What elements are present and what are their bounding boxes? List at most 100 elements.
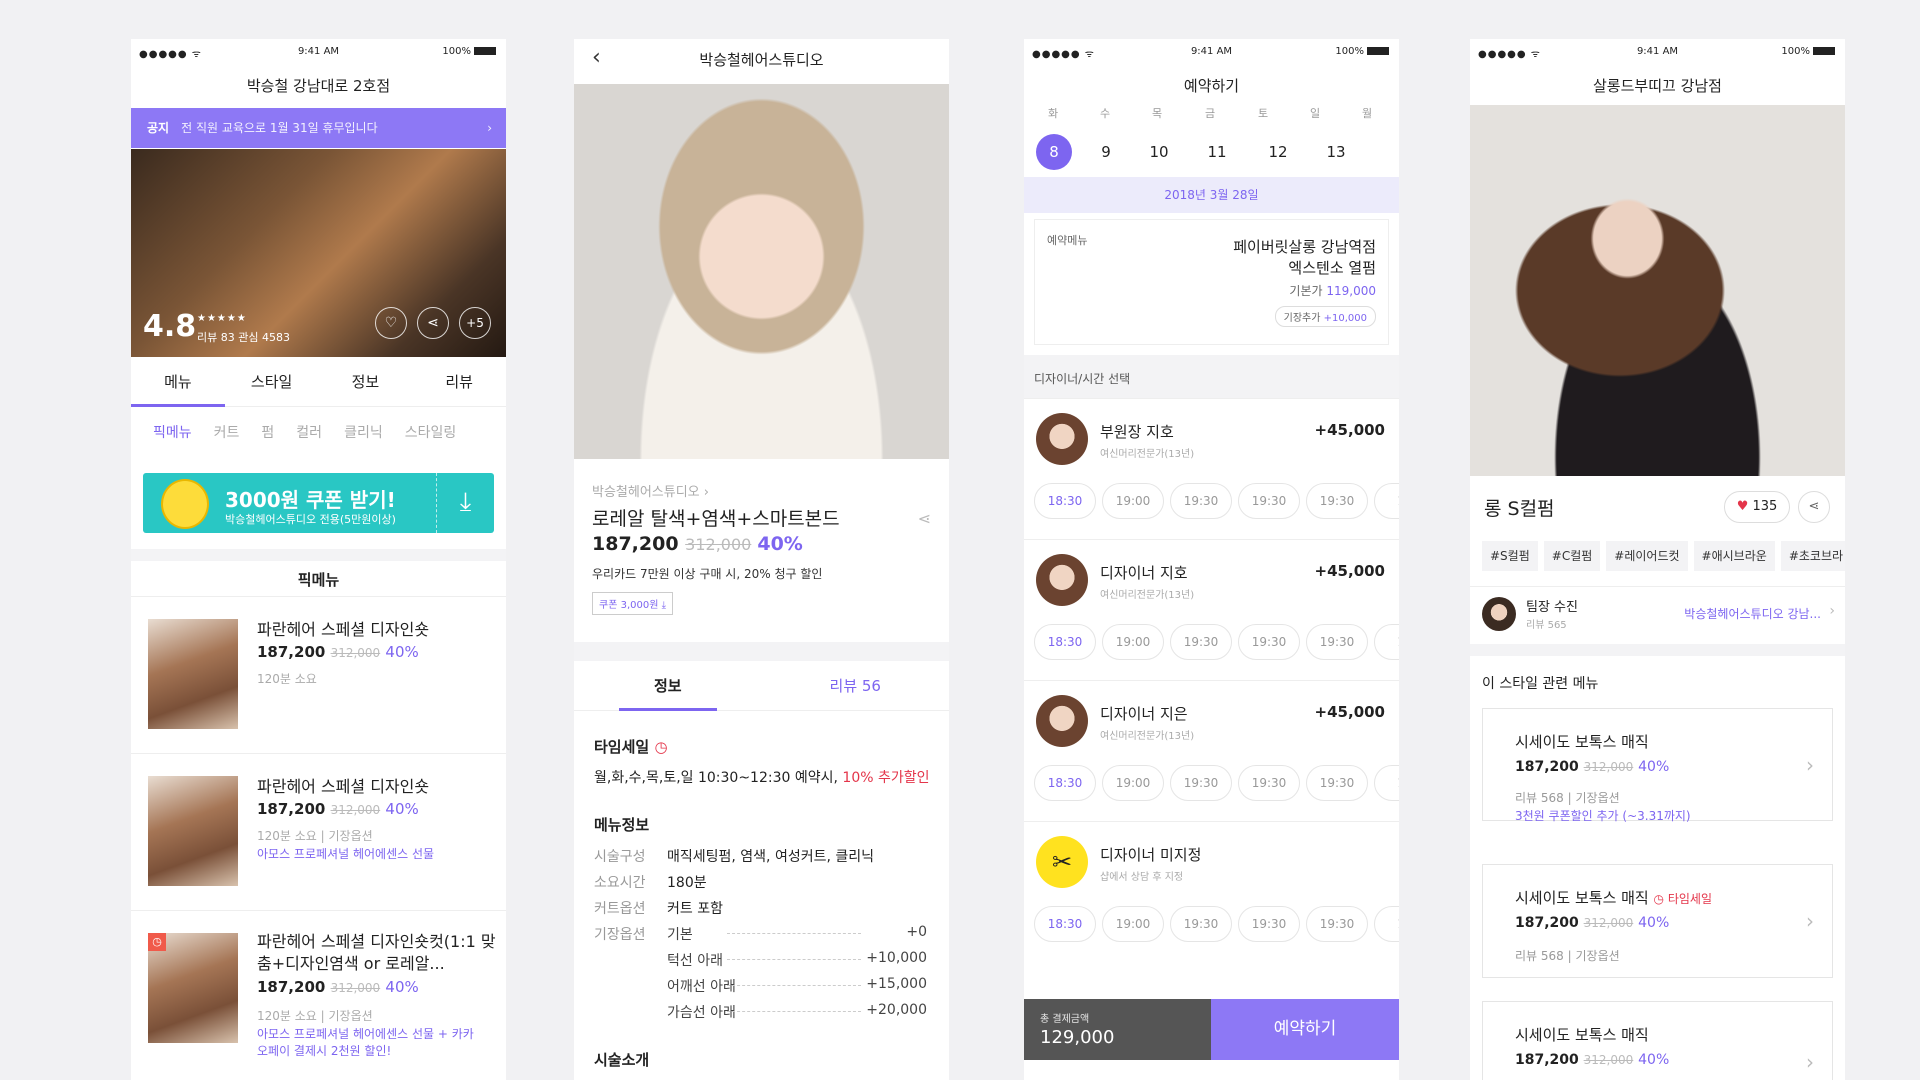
subtab-styling[interactable]: 스타일링 bbox=[405, 425, 457, 441]
more-photos-button[interactable]: +5 bbox=[459, 307, 491, 339]
discount: 40% bbox=[757, 533, 803, 555]
chevron-right-icon: › bbox=[1829, 603, 1835, 619]
tab-review[interactable]: 리뷰 bbox=[412, 357, 506, 406]
time-slot[interactable]: 19:00 bbox=[1102, 906, 1164, 942]
phone-booking: ●●●●● ᯤ 9:41 AM 100% 예약하기 화 수 목 금 토 일 월 8 … bbox=[1024, 39, 1399, 1080]
timesale-extra: 10% 추가할인 bbox=[842, 770, 930, 786]
related-menu-card[interactable]: 시세이도 보톡스 매직 187,200 312,000 40% 리뷰 568 |… bbox=[1482, 708, 1833, 823]
menu-label: 예약메뉴 bbox=[1047, 234, 1088, 247]
time-slot[interactable]: 19:30 bbox=[1238, 483, 1300, 519]
info-row: 커트옵션 커트 포함 bbox=[594, 898, 723, 918]
status-bar: ●●●●● ᯤ 9:41 AM 100% bbox=[131, 39, 506, 67]
booking-menu-card: 예약메뉴 페이버릿살롱 강남역점 엑스텐소 열펌 기본가 119,000 기장추가… bbox=[1034, 219, 1389, 345]
time-slot[interactable]: 19:30 bbox=[1170, 624, 1232, 660]
download-icon[interactable]: ⤓ bbox=[436, 473, 494, 533]
tag[interactable]: #애시브라운 bbox=[1693, 541, 1775, 571]
date-cell[interactable]: 9 bbox=[1088, 134, 1124, 170]
tag[interactable]: #S컬펌 bbox=[1482, 541, 1538, 571]
subtab-clinic[interactable]: 클리닉 bbox=[344, 425, 383, 441]
subtab-pick[interactable]: 픽메뉴 bbox=[153, 425, 192, 441]
price: 187,200 bbox=[257, 978, 326, 996]
time-slot[interactable]: 18:30 bbox=[1034, 624, 1096, 660]
time-slot[interactable]: 19 bbox=[1374, 765, 1399, 801]
subtab-cut[interactable]: 커트 bbox=[214, 425, 240, 441]
date-cell[interactable]: 11 bbox=[1199, 134, 1235, 170]
related-menu-card[interactable]: 시세이도 보톡스 매직 187,200 312,000 40% › bbox=[1482, 1001, 1833, 1080]
time-slot[interactable]: 19:30 bbox=[1170, 906, 1232, 942]
time-slot[interactable]: 19 bbox=[1374, 624, 1399, 660]
base-value: 119,000 bbox=[1326, 284, 1376, 298]
time-slot[interactable]: 19:30 bbox=[1306, 624, 1368, 660]
subtab-color[interactable]: 컬러 bbox=[296, 425, 322, 441]
designer-desc: 여신머리전문가(13년) bbox=[1100, 731, 1195, 742]
info-key: 시술구성 bbox=[594, 849, 646, 865]
date-cell[interactable]: 13 bbox=[1318, 134, 1354, 170]
subtab-perm[interactable]: 펌 bbox=[261, 425, 274, 441]
date-cell[interactable]: 10 bbox=[1141, 134, 1177, 170]
time-slot[interactable]: 18:30 bbox=[1034, 765, 1096, 801]
phone-menu-detail: 박승철헤어스튜디오 ‹ 박승철헤어스튜디오 › 로레알 탈색+염색+스마트본드 … bbox=[574, 39, 949, 1080]
share-icon[interactable]: ⋖ bbox=[417, 307, 449, 339]
notice-bar[interactable]: 공지 전 직원 교육으로 1월 31일 휴무입니다 › bbox=[131, 108, 506, 148]
coupon-banner[interactable]: 3000원 쿠폰 받기! 박승철헤어스튜디오 전용(5만원이상) ⤓ bbox=[143, 473, 494, 533]
scissors-icon: ✂ bbox=[1036, 836, 1088, 888]
menu-item[interactable]: 파란헤어 스페셜 디자인숏 187,200 312,000 40% 120분 소… bbox=[131, 753, 506, 910]
related-menu-card[interactable]: 시세이도 보톡스 매직 ◷ 타임세일 187,200 312,000 40% 리… bbox=[1482, 864, 1833, 978]
time-slot[interactable]: 19:30 bbox=[1306, 906, 1368, 942]
tag[interactable]: #초코브라 bbox=[1780, 541, 1845, 571]
discount: 40% bbox=[1638, 1052, 1670, 1068]
time-slot[interactable]: 19:30 bbox=[1238, 765, 1300, 801]
share-icon[interactable]: ⋖ bbox=[918, 509, 931, 528]
menuinfo-heading: 메뉴정보 bbox=[594, 816, 650, 834]
tab-style[interactable]: 스타일 bbox=[225, 357, 319, 406]
designer-row[interactable]: 디자이너 지호 여신머리전문가(13년) +45,000 18:30 19:00 1… bbox=[1024, 539, 1399, 679]
tab-info[interactable]: 정보 bbox=[574, 661, 762, 711]
time-slot[interactable]: 19:00 bbox=[1102, 765, 1164, 801]
menu-item[interactable]: 파란헤어 스페셜 디자인숏 187,200 312,000 40% 120분 소… bbox=[131, 596, 506, 753]
tab-review[interactable]: 리뷰 56 bbox=[762, 661, 950, 710]
time-slot[interactable]: 19:00 bbox=[1102, 624, 1164, 660]
salon-link[interactable]: 박승철헤어스튜디오 강남... bbox=[1684, 605, 1821, 622]
discount: 40% bbox=[385, 978, 419, 996]
heart-icon[interactable]: ♡ bbox=[375, 307, 407, 339]
book-button[interactable]: 예약하기 bbox=[1211, 999, 1399, 1060]
time-slot[interactable]: 19:30 bbox=[1170, 483, 1232, 519]
menu-name: 시세이도 보톡스 매직 bbox=[1515, 889, 1649, 907]
date-selected[interactable]: 8 bbox=[1036, 134, 1072, 170]
time-slot[interactable]: 19:00 bbox=[1102, 483, 1164, 519]
time-slot[interactable]: 19 bbox=[1374, 483, 1399, 519]
time-slot[interactable]: 18:30 bbox=[1034, 483, 1096, 519]
discount: 40% bbox=[1638, 759, 1670, 775]
battery-icon bbox=[474, 47, 496, 55]
extra-value: +10,000 bbox=[1323, 313, 1367, 324]
time-slots: 18:3019:0019:3019:3019:3019 bbox=[1034, 906, 1399, 942]
tag[interactable]: #레이어드컷 bbox=[1606, 541, 1688, 571]
designer-strip[interactable]: 팀장 수진 리뷰 565 박승철헤어스튜디오 강남... › bbox=[1470, 586, 1845, 644]
time-slot[interactable]: 19:30 bbox=[1170, 765, 1232, 801]
tag[interactable]: #C컬펌 bbox=[1543, 541, 1601, 571]
date-row: 8 9 10 11 12 13 bbox=[1024, 134, 1399, 174]
time-slot[interactable]: 19:30 bbox=[1306, 765, 1368, 801]
time-slot[interactable]: 19:30 bbox=[1238, 624, 1300, 660]
time-slot[interactable]: 18:30 bbox=[1034, 906, 1096, 942]
share-icon[interactable]: ⋖ bbox=[1798, 491, 1830, 523]
price: 187,200 bbox=[1515, 1052, 1579, 1068]
time-slot[interactable]: 19:30 bbox=[1306, 483, 1368, 519]
coupon-button[interactable]: 쿠폰 3,000원 ⤓ bbox=[592, 592, 674, 615]
designer-row[interactable]: ✂ 디자이너 미지정 샵에서 상담 후 지정 18:30 19:00 19:30 19… bbox=[1024, 821, 1399, 961]
tab-info[interactable]: 정보 bbox=[319, 357, 413, 406]
like-button[interactable]: ♥ 135 bbox=[1724, 491, 1790, 523]
designer-row[interactable]: 부원장 지호 여신머리전문가(13년) +45,000 18:30 19:00 19… bbox=[1024, 398, 1399, 538]
shop-link[interactable]: 박승철헤어스튜디오 › bbox=[592, 481, 709, 500]
time-slot[interactable]: 19:30 bbox=[1238, 906, 1300, 942]
menu-item[interactable]: ◷ 파란헤어 스페셜 디자인숏컷(1:1 맞춤+디자인염색 or 로레알... … bbox=[131, 910, 506, 1080]
designer-row[interactable]: 디자이너 지은 여신머리전문가(13년) +45,000 18:30 19:00 1… bbox=[1024, 680, 1399, 820]
time-slot[interactable]: 19 bbox=[1374, 906, 1399, 942]
timesale-text: 월,화,수,목,토,일 10:30~12:30 예약시, bbox=[594, 770, 838, 786]
extra-label: 기장추가 bbox=[1283, 313, 1321, 324]
date-cell[interactable]: 12 bbox=[1260, 134, 1296, 170]
back-arrow-icon[interactable]: ‹ bbox=[592, 45, 601, 70]
page-title: 박승철헤어스튜디오 bbox=[699, 51, 824, 69]
tab-menu[interactable]: 메뉴 bbox=[131, 357, 225, 407]
length-option: 기장옵션 bbox=[328, 1009, 373, 1023]
